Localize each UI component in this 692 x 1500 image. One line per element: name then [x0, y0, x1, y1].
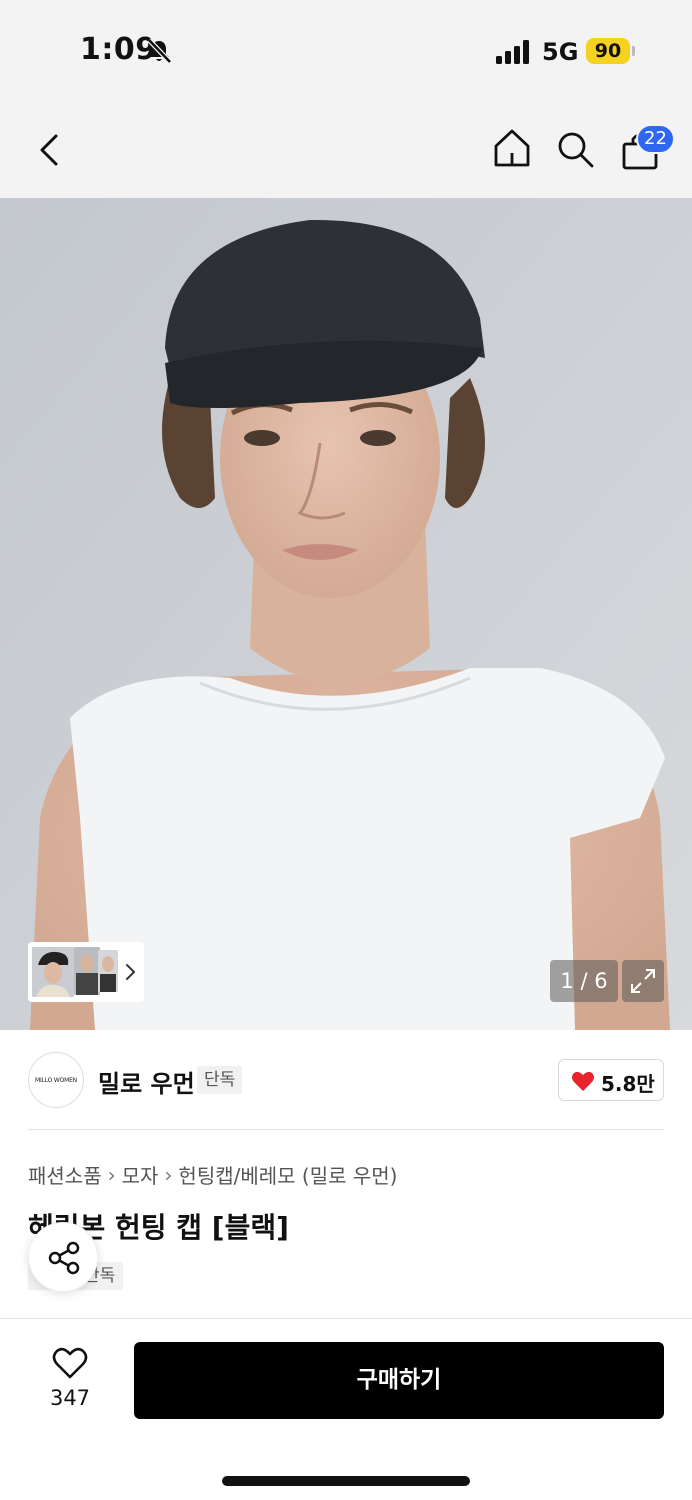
- heart-outline-icon: [52, 1347, 88, 1379]
- brand-exclusive-tag: 단독: [197, 1066, 243, 1094]
- bottom-bar-divider: [0, 1318, 692, 1319]
- breadcrumb: 패션소품 › 모자 › 헌팅캡/베레모 (밀로 우먼): [28, 1160, 397, 1190]
- breadcrumb-chevron-icon: ›: [164, 1162, 173, 1187]
- image-counter: 1 / 6: [550, 960, 618, 1002]
- expand-button[interactable]: [622, 960, 664, 1002]
- brand-name[interactable]: 밀로 우먼: [98, 1064, 195, 1099]
- battery-indicator: 90: [586, 38, 630, 64]
- buy-button[interactable]: 구매하기: [134, 1342, 664, 1419]
- battery-tip: [632, 46, 635, 56]
- share-icon: [48, 1241, 80, 1275]
- cart-count-badge: 22: [636, 124, 675, 154]
- breadcrumb-item[interactable]: 헌팅캡/베레모 (밀로 우먼): [178, 1160, 397, 1189]
- product-image[interactable]: [0, 198, 692, 1030]
- expand-icon: [631, 969, 655, 993]
- brand-like-count: 5.8만: [601, 1072, 655, 1096]
- thumbnail-image: [98, 950, 118, 992]
- thumbnail-image: [32, 947, 74, 997]
- signal-icon: [496, 40, 529, 64]
- brand-logo[interactable]: MILLO WOMEN: [28, 1052, 84, 1108]
- heart-filled-icon: [572, 1071, 594, 1091]
- breadcrumb-chevron-icon: ›: [107, 1162, 116, 1187]
- breadcrumb-item[interactable]: 패션소품: [28, 1160, 102, 1189]
- search-icon[interactable]: [554, 128, 596, 170]
- breadcrumb-item[interactable]: 모자: [122, 1160, 159, 1189]
- thumbnail-strip[interactable]: [28, 942, 144, 1002]
- home-icon[interactable]: [490, 126, 534, 170]
- network-label: 5G: [542, 38, 579, 66]
- chevron-right-icon: [126, 964, 135, 980]
- back-arrow-icon[interactable]: [30, 130, 70, 170]
- wishlist-button[interactable]: 347: [28, 1342, 112, 1418]
- brand-like-button[interactable]: 5.8만: [558, 1059, 664, 1101]
- home-indicator: [222, 1476, 470, 1486]
- thumbnail-image: [74, 947, 100, 995]
- divider: [28, 1129, 664, 1130]
- bell-off-icon: [147, 38, 172, 64]
- share-button[interactable]: [28, 1222, 98, 1292]
- model-photo: [0, 198, 692, 1030]
- wishlist-count: 347: [49, 1386, 91, 1410]
